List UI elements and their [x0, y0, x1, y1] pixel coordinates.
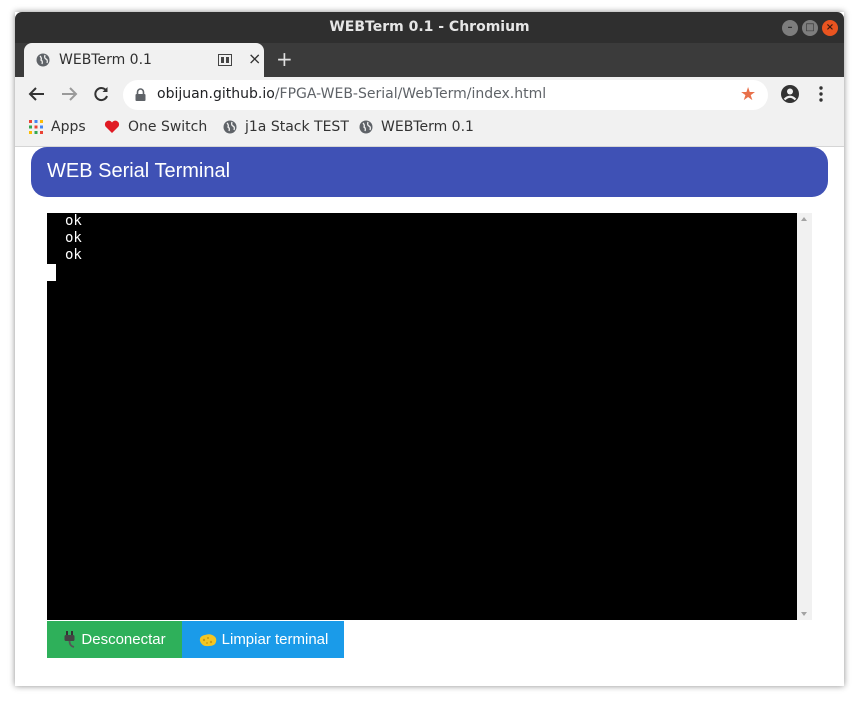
back-arrow-icon[interactable]	[28, 85, 46, 103]
tab-close-icon[interactable]: ×	[248, 49, 261, 68]
bookmark-apps[interactable]: Apps	[29, 119, 86, 135]
bookmark-star-icon[interactable]: ★	[740, 84, 756, 105]
new-tab-button[interactable]: +	[276, 47, 293, 71]
reload-icon[interactable]	[92, 85, 110, 103]
scroll-up-arrow-icon[interactable]	[801, 217, 807, 221]
terminal-cursor	[47, 264, 56, 281]
bookmark-label: Apps	[51, 119, 86, 135]
disconnect-button[interactable]: Desconectar	[47, 621, 182, 658]
app-header: WEB Serial Terminal	[31, 147, 828, 197]
media-icon[interactable]	[218, 54, 232, 66]
kebab-menu-icon[interactable]	[816, 85, 826, 103]
tab-title: WEBTerm 0.1	[59, 52, 152, 68]
title-bar[interactable]: WEBTerm 0.1 - Chromium – □ ×	[15, 12, 844, 43]
bookmark-label: One Switch	[128, 119, 208, 135]
url-path: /FPGA-WEB-Serial/WebTerm/index.html	[274, 86, 547, 102]
globe-icon	[359, 120, 373, 134]
bookmark-label: WEBTerm 0.1	[381, 119, 474, 135]
apps-grid-icon	[29, 120, 43, 134]
terminal-line: ok	[65, 247, 82, 263]
tab-strip: WEBTerm 0.1 × +	[15, 43, 844, 77]
disconnect-label: Desconectar	[81, 631, 166, 648]
lock-icon[interactable]	[135, 88, 146, 101]
scroll-down-arrow-icon[interactable]	[801, 612, 807, 616]
clear-terminal-label: Limpiar terminal	[221, 631, 329, 648]
tab-webterm[interactable]: WEBTerm 0.1 ×	[24, 43, 264, 77]
browser-toolbar: obijuan.github.io/FPGA-WEB-Serial/WebTer…	[15, 77, 844, 113]
bookmark-j1a-stack-test[interactable]: j1a Stack TEST	[223, 119, 349, 135]
clear-terminal-button[interactable]: Limpiar terminal	[182, 621, 344, 658]
bookmarks-bar: Apps One Switch j1a Stack TEST WEBTerm 0…	[15, 113, 844, 147]
bookmark-webterm[interactable]: WEBTerm 0.1	[359, 119, 474, 135]
close-window-button[interactable]: ×	[822, 20, 838, 36]
forward-arrow-icon[interactable]	[60, 85, 78, 103]
address-bar[interactable]: obijuan.github.io/FPGA-WEB-Serial/WebTer…	[123, 80, 768, 110]
bookmark-one-switch[interactable]: One Switch	[104, 119, 207, 135]
sponge-icon	[199, 633, 216, 646]
terminal-line: ok	[65, 213, 82, 229]
url-host: obijuan.github.io	[157, 86, 275, 102]
account-icon[interactable]	[780, 84, 800, 104]
heart-icon	[104, 120, 120, 133]
url-text[interactable]: obijuan.github.io/FPGA-WEB-Serial/WebTer…	[157, 86, 546, 102]
terminal-output[interactable]: ok ok ok	[47, 213, 797, 620]
terminal-scrollbar[interactable]	[797, 213, 812, 620]
plug-icon	[64, 630, 75, 648]
globe-icon	[36, 53, 50, 67]
page-title: WEB Serial Terminal	[47, 160, 231, 182]
page-content: WEB Serial Terminal ok ok ok Desconectar	[15, 147, 844, 686]
globe-icon	[223, 120, 237, 134]
bookmark-label: j1a Stack TEST	[245, 119, 349, 135]
browser-window: WEBTerm 0.1 - Chromium – □ × WEBTerm 0.1…	[15, 12, 844, 686]
maximize-button[interactable]: □	[802, 20, 818, 36]
window-title: WEBTerm 0.1 - Chromium	[329, 19, 530, 35]
minimize-button[interactable]: –	[782, 20, 798, 36]
terminal-line: ok	[65, 230, 82, 246]
